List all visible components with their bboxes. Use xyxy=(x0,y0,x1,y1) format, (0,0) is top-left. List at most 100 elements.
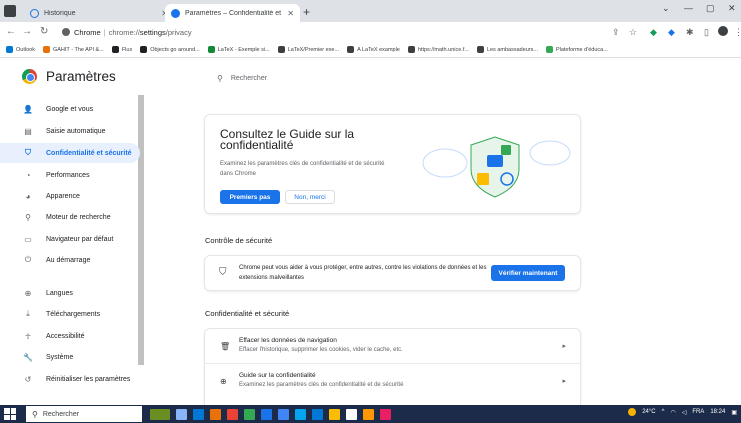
network-icon[interactable]: ◠ xyxy=(670,409,675,416)
bookmark-item[interactable]: Flux xyxy=(111,46,132,53)
clock[interactable]: 18:24 xyxy=(710,409,725,415)
app-icon[interactable] xyxy=(363,408,374,420)
tab-strip: Historique ✕ Paramètres – Confidentialit… xyxy=(0,0,741,22)
search-icon: ⚲ xyxy=(25,212,31,222)
address-separator: | xyxy=(103,27,106,37)
sidebar-item-shield[interactable]: ⛉ Confidentialité et sécurité xyxy=(0,143,140,163)
chrome-taskbar-icon[interactable] xyxy=(244,408,255,420)
chrome-origin-icon xyxy=(62,28,70,36)
tray-chevron-icon[interactable]: ^ xyxy=(662,409,665,415)
app-icon[interactable] xyxy=(312,408,323,420)
tab-settings[interactable]: Paramètres – Confidentialité et s ✕ xyxy=(165,4,300,22)
address-path-bold: settings xyxy=(139,27,166,37)
extension-icon[interactable]: ◆ xyxy=(668,27,675,38)
gauge-icon: ◔ xyxy=(25,170,31,180)
tab-search-chevron-icon[interactable]: ⌄ xyxy=(662,3,670,14)
search-icon: ⚲ xyxy=(217,73,223,83)
chevron-right-icon: ▸ xyxy=(562,378,566,385)
app-icon[interactable] xyxy=(346,408,357,420)
bookmark-label: A LaTeX example xyxy=(357,46,400,53)
safety-check-heading: Contrôle de sécurité xyxy=(205,236,273,245)
sidebar-item-person[interactable]: 👤 Google et vous xyxy=(0,99,140,119)
bookmark-item[interactable]: Outlook xyxy=(6,46,35,53)
app-icon[interactable] xyxy=(329,408,340,420)
bookmark-label: Objects go around... xyxy=(150,46,200,53)
sidebar-item-reset[interactable]: ↺ Réinitialiser les paramètres xyxy=(0,369,140,389)
window-menu-icon[interactable] xyxy=(4,5,16,17)
bookmarks-bar: Outlook GAHIT - The API &... Flux Objects g… xyxy=(0,42,741,58)
weather-widget-icon[interactable] xyxy=(150,408,170,420)
sidebar-item-label: Langues xyxy=(46,289,73,297)
bookmark-item[interactable]: LaTeX - Exemple si... xyxy=(207,46,270,53)
bookmark-favicon-icon xyxy=(277,46,285,53)
windows-start-icon[interactable] xyxy=(4,408,16,420)
bookmark-favicon-icon xyxy=(207,46,215,53)
weather-temperature[interactable]: 24°C xyxy=(642,409,655,415)
restore-button[interactable]: ▢ xyxy=(706,3,715,14)
task-view-icon[interactable] xyxy=(176,408,187,420)
accessibility-icon: ☥ xyxy=(25,331,31,341)
sidebar-item-gauge[interactable]: ◔ Performances xyxy=(0,165,140,185)
extensions-puzzle-icon[interactable]: ✱ xyxy=(686,27,694,38)
sidebar-item-palette[interactable]: ◕ Apparence xyxy=(0,186,140,206)
new-tab-button[interactable]: + xyxy=(303,5,310,19)
side-panel-icon[interactable]: ▯ xyxy=(704,27,709,38)
bookmark-item[interactable]: A LaTeX example xyxy=(347,46,400,53)
get-started-button[interactable]: Premiers pas xyxy=(220,190,280,204)
bookmark-item[interactable]: Les ambassadeurs... xyxy=(476,46,538,53)
notification-icon[interactable]: ▣ xyxy=(731,409,737,416)
app-icon[interactable] xyxy=(227,408,238,420)
bookmark-item[interactable]: LaTeX/Premier exe... xyxy=(277,46,340,53)
extension-icon[interactable]: ◆ xyxy=(650,27,657,38)
sidebar-item-search[interactable]: ⚲ Moteur de recherche xyxy=(0,207,140,227)
system-tray: 24°C ^ ◠ ◁ FRA 18:24 ▣ xyxy=(628,408,737,416)
volume-icon[interactable]: ◁ xyxy=(682,409,687,416)
sidebar-item-browser[interactable]: ▭ Navigateur par défaut xyxy=(0,229,140,249)
app-icon[interactable] xyxy=(295,408,306,420)
taskbar-search-input[interactable]: ⚲ Rechercher xyxy=(26,406,142,422)
language-indicator[interactable]: FRA xyxy=(692,409,704,415)
bookmark-item[interactable]: https://math.unice.f... xyxy=(407,46,469,53)
sidebar-item-power[interactable]: ⏻ Au démarrage xyxy=(0,250,140,270)
forward-arrow-icon[interactable]: → xyxy=(22,26,32,37)
bookmark-favicon-icon xyxy=(407,46,415,53)
sidebar-item-label: Au démarrage xyxy=(46,256,91,264)
reload-icon[interactable]: ↻ xyxy=(40,26,48,37)
bookmark-favicon-icon xyxy=(476,46,484,53)
bookmark-item[interactable]: GAHIT - The API &... xyxy=(42,46,104,53)
settings-search-input[interactable]: ⚲ Rechercher xyxy=(205,66,580,90)
browser-icon: ▭ xyxy=(24,234,32,244)
minimize-button[interactable]: — xyxy=(684,3,693,13)
sidebar-item-clipboard[interactable]: ▤ Saisie automatique xyxy=(0,121,140,141)
close-window-button[interactable]: ✕ xyxy=(728,3,736,14)
app-icon[interactable] xyxy=(210,408,221,420)
edge-icon[interactable] xyxy=(193,408,204,420)
bookmark-item[interactable]: Plateforme d'éduca... xyxy=(546,46,608,53)
app-icon[interactable] xyxy=(278,408,289,420)
taskbar-apps xyxy=(150,408,415,420)
windows-taskbar: ⚲ Rechercher 24°C ^ ◠ ◁ FRA 18:24 ▣ xyxy=(0,405,741,423)
app-icon[interactable] xyxy=(261,408,272,420)
sidebar-item-accessibility[interactable]: ☥ Accessibilité xyxy=(0,326,140,346)
sidebar-item-globe[interactable]: ⊕ Langues xyxy=(0,283,140,303)
clear-browsing-data-row[interactable]: 🗑 Effacer les données de navigation Effa… xyxy=(205,329,580,364)
app-icon[interactable] xyxy=(380,408,391,420)
share-icon[interactable]: ⇪ xyxy=(612,27,620,38)
bookmark-label: https://math.unice.f... xyxy=(417,46,469,53)
no-thanks-button[interactable]: Non, merci xyxy=(285,190,335,204)
menu-kebab-icon[interactable]: ⋮ xyxy=(734,27,741,38)
bookmark-favicon-icon xyxy=(140,46,148,53)
bookmark-item[interactable]: Objects go around... xyxy=(140,46,200,53)
profile-avatar[interactable] xyxy=(718,26,728,36)
sidebar-item-wrench[interactable]: 🔧 Système xyxy=(0,347,140,367)
tab-historique[interactable]: Historique ✕ xyxy=(24,4,174,22)
check-now-button[interactable]: Vérifier maintenant xyxy=(491,265,565,281)
privacy-settings-list: 🗑 Effacer les données de navigation Effa… xyxy=(205,329,580,409)
sidebar-item-download[interactable]: ⤓ Téléchargements xyxy=(0,304,140,324)
address-bar[interactable]: Chrome | chrome:// settings /privacy xyxy=(62,25,610,39)
privacy-guide-row[interactable]: ⊕ Guide sur la confidentialité Examinez … xyxy=(205,364,580,398)
back-arrow-icon[interactable]: ← xyxy=(6,26,16,37)
tab-close-icon[interactable]: ✕ xyxy=(287,9,294,18)
bookmark-label: LaTeX/Premier exe... xyxy=(287,46,340,53)
bookmark-star-icon[interactable]: ☆ xyxy=(629,27,637,38)
